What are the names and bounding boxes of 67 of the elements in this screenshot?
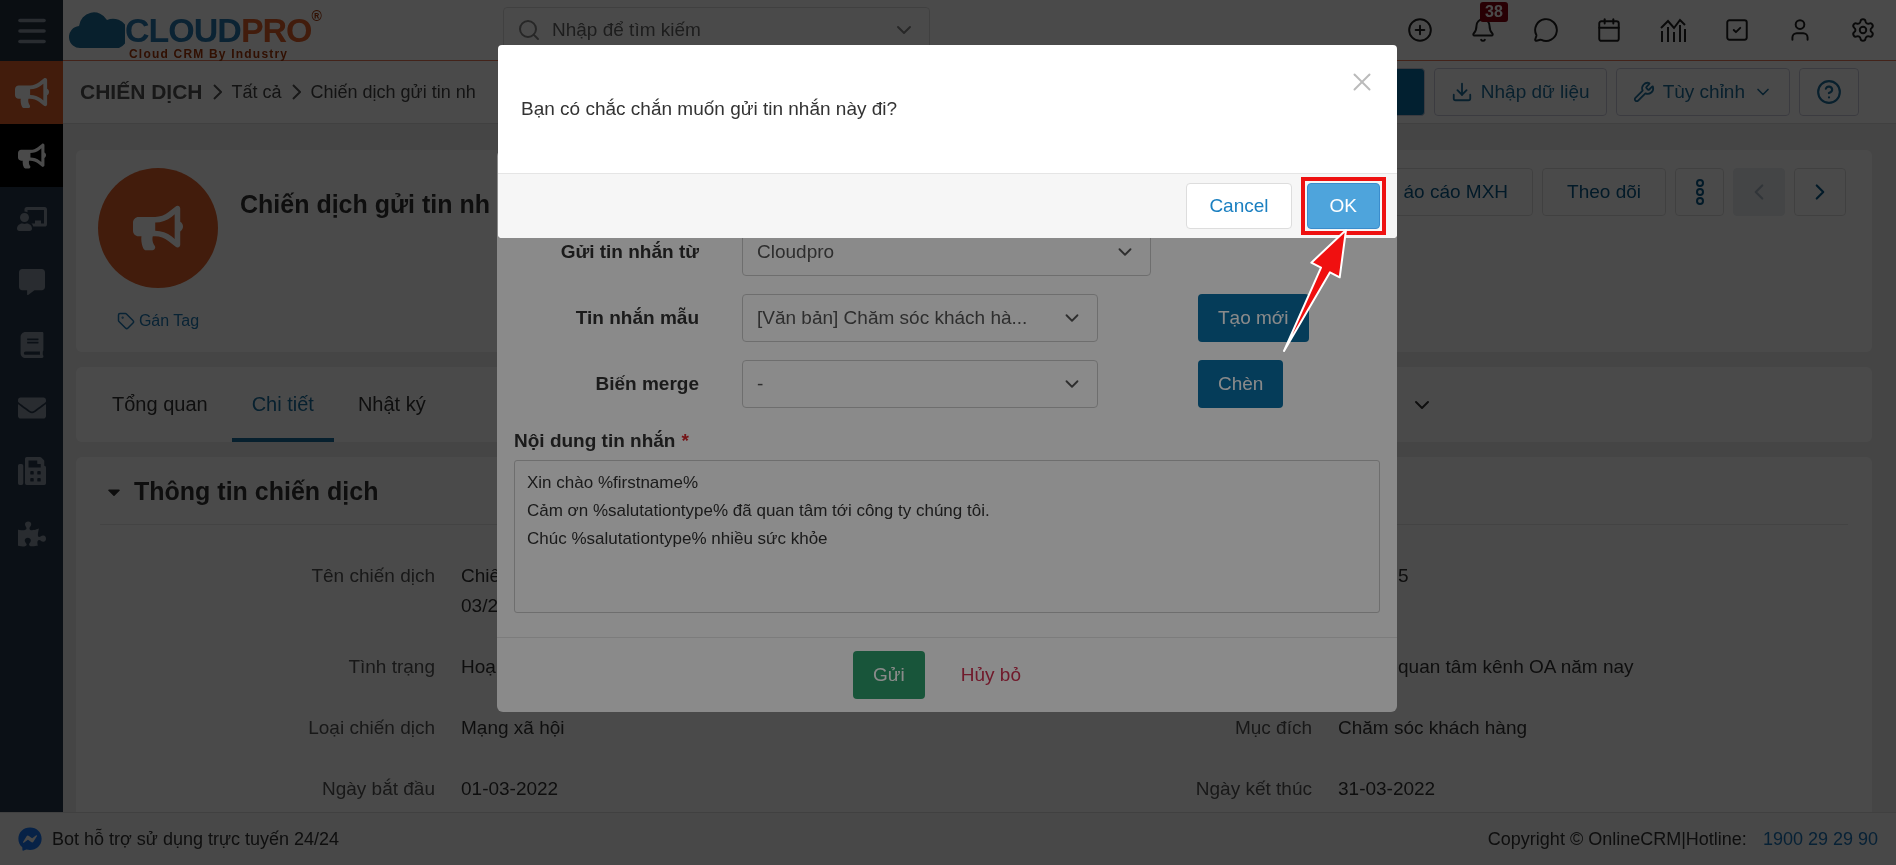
calendar-icon[interactable] (1596, 17, 1622, 43)
hotline-link[interactable]: 1900 29 29 90 (1762, 828, 1878, 850)
field-value: 5 (1397, 564, 1409, 588)
download-icon (1450, 81, 1473, 103)
more-button[interactable] (1675, 168, 1724, 216)
checkbox-icon[interactable] (1724, 17, 1750, 43)
bell-icon[interactable] (1470, 17, 1496, 43)
chevron-right-icon (212, 84, 222, 100)
copyright-text: Copyright © OnlineCRM|Hotline: (1487, 828, 1747, 850)
next-button[interactable] (1794, 168, 1846, 216)
search-icon (517, 18, 541, 42)
tab[interactable]: Chi tiết (231, 367, 334, 442)
megaphone-icon[interactable] (14, 75, 49, 110)
required-mark: * (681, 430, 689, 451)
sidebar-item[interactable] (0, 124, 63, 187)
cancel-button[interactable]: Cancel (1186, 183, 1292, 229)
field-label: Gửi tin nhắn từ (559, 241, 699, 263)
field-label: Biến merge (594, 373, 699, 395)
field-value: Chăm sóc khách hàng (1338, 716, 1528, 740)
tab[interactable]: Tổng quan (92, 367, 228, 442)
puzzle-icon[interactable] (17, 519, 46, 548)
action-button[interactable]: Chèn (1198, 360, 1284, 408)
wrench-icon (1632, 81, 1655, 103)
sidebar-item[interactable] (0, 61, 63, 124)
field-value: 31-03-2022 (1338, 777, 1436, 801)
logo[interactable]: CLOUDPRO® Cloud CRM By Industry (63, 0, 503, 61)
megaphone-icon[interactable] (17, 141, 46, 170)
toolbar-button[interactable]: Nhập dữ liệu (1433, 68, 1607, 116)
field-value: Mạng xã hội (461, 716, 565, 740)
tag-icon (116, 312, 135, 330)
chat-bubble-icon[interactable] (18, 827, 42, 851)
field-label: Nội dung tin nhắn (514, 430, 676, 451)
help-button[interactable] (1799, 68, 1859, 116)
record-title: Chiến dịch gửi tin nh (240, 190, 491, 220)
settings-icon[interactable] (1850, 17, 1876, 43)
help-icon (1816, 79, 1842, 105)
section-title: Thông tin chiến dịch (134, 477, 379, 506)
more-icon (1694, 179, 1705, 205)
tab[interactable]: Nhật ký (337, 367, 446, 442)
field-value: Hoạ (461, 655, 496, 679)
select-field[interactable]: [Văn bản] Chăm sóc khách hà... (742, 294, 1098, 342)
cloud-icon (69, 10, 125, 50)
action-button[interactable]: Tạo mới (1198, 294, 1309, 342)
toolbar-button[interactable]: Tùy chỉnh (1615, 68, 1790, 116)
field-label: Tin nhắn mẫu (574, 307, 699, 329)
action-button[interactable]: Theo dõi (1542, 168, 1666, 216)
chevron-right-icon (291, 84, 301, 100)
fax-icon[interactable] (17, 456, 46, 485)
chat-icon[interactable] (18, 268, 45, 295)
field-value: quan tâm kênh OA năm nay (1397, 655, 1634, 679)
cancel-link[interactable]: Hủy bỏ (940, 651, 1041, 699)
confirm-message: Bạn có chắc chắn muốn gửi tin nhắn này đi? (521, 98, 898, 120)
notification-badge: 38 (1480, 2, 1508, 22)
megaphone-icon (133, 203, 183, 253)
field-value: 01-03-2022 (461, 777, 559, 801)
select-field[interactable]: - (742, 360, 1098, 408)
field-value: 03/2 (461, 594, 498, 618)
add-icon[interactable] (1407, 17, 1433, 43)
ok-button[interactable]: OK (1306, 183, 1380, 229)
message-field[interactable]: Xin chào %firstname% Cảm ơn %salutationtype% đã quan tâm tới công ty chúng tôi. Chúc %salutationtype% nhiều sức khỏe (514, 460, 1380, 613)
chart-icon[interactable] (1659, 17, 1687, 43)
send-button[interactable]: Gửi (853, 651, 925, 699)
tag-link[interactable]: Gán Tag (116, 312, 200, 330)
chat-bot-text: Bot hỗ trợ sử dụng trực tuyến 24/24 (52, 828, 340, 850)
sidebar-item[interactable] (0, 0, 63, 61)
chat-icon[interactable] (1533, 17, 1559, 43)
book-icon[interactable] (18, 331, 45, 358)
